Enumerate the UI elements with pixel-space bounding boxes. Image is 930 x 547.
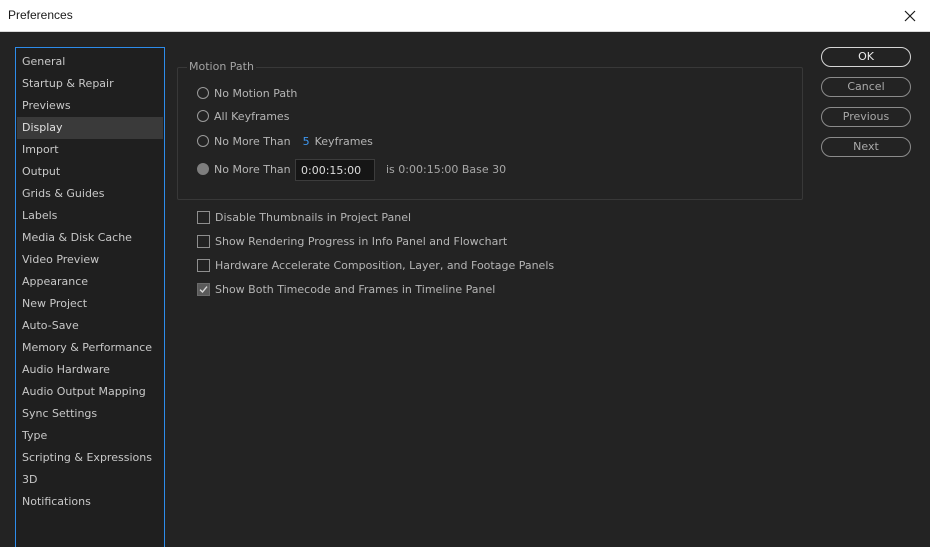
checkbox-label-disable-thumbnails: Disable Thumbnails in Project Panel [215,210,412,224]
option-show-rendering-progress: Show Rendering Progress in Info Panel an… [197,233,507,249]
sidebar-item-video-preview[interactable]: Video Preview [17,249,163,271]
radio-no-more-than-keyframes[interactable] [197,135,209,147]
radio-label-no-motion-path: No Motion Path [214,86,298,100]
radio-no-more-than-time[interactable] [197,163,209,175]
sidebar-item-scripting-expressions[interactable]: Scripting & Expressions [17,447,163,469]
keyframes-label: Keyframes [314,134,373,148]
time-duration-input[interactable] [295,159,375,181]
next-button[interactable]: Next [821,137,911,157]
previous-button[interactable]: Previous [821,107,911,127]
checkbox-show-rendering-progress[interactable] [197,234,210,248]
cancel-button[interactable]: Cancel [821,77,911,97]
close-button[interactable] [890,0,930,32]
sidebar-item-startup-repair[interactable]: Startup & Repair [17,73,163,95]
sidebar-item-audio-hardware[interactable]: Audio Hardware [17,359,163,381]
sidebar-item-general[interactable]: General [17,51,163,73]
ok-button[interactable]: OK [821,47,911,67]
sidebar-item-display[interactable]: Display [17,117,163,139]
option-show-timecode-frames: Show Both Timecode and Frames in Timelin… [197,281,495,297]
sidebar-item-labels[interactable]: Labels [17,205,163,227]
sidebar-item-auto-save[interactable]: Auto-Save [17,315,163,337]
radio-label-no-more-than-time: No More Than [214,162,291,176]
option-disable-thumbnails: Disable Thumbnails in Project Panel [197,209,411,225]
radio-label-no-more-than-keyframes: No More Than [214,134,291,148]
category-list: General Startup & Repair Previews Displa… [15,47,165,547]
checkbox-label-show-timecode-frames: Show Both Timecode and Frames in Timelin… [215,282,496,296]
radio-row-no-motion-path: No Motion Path [197,85,297,101]
close-icon [904,10,916,22]
keyframes-count-scrub[interactable]: 5 [303,135,310,148]
sidebar-item-grids-guides[interactable]: Grids & Guides [17,183,163,205]
sidebar-item-type[interactable]: Type [17,425,163,447]
time-info-text: is 0:00:15:00 Base 30 [386,163,507,176]
radio-no-motion-path[interactable] [197,87,209,99]
title-bar: Preferences [0,0,930,32]
sidebar-item-media-disk-cache[interactable]: Media & Disk Cache [17,227,163,249]
window-title: Preferences [8,8,73,22]
sidebar-item-appearance[interactable]: Appearance [17,271,163,293]
sidebar-item-audio-output-mapping[interactable]: Audio Output Mapping [17,381,163,403]
sidebar-item-output[interactable]: Output [17,161,163,183]
radio-row-no-more-than-keyframes: No More Than 5 Keyframes [197,133,373,149]
checkbox-hardware-accelerate[interactable] [197,258,210,272]
checkmark-icon [199,285,208,293]
sidebar-item-new-project[interactable]: New Project [17,293,163,315]
motion-path-group-label: Motion Path [187,60,256,73]
sidebar-item-sync-settings[interactable]: Sync Settings [17,403,163,425]
sidebar-item-memory-performance[interactable]: Memory & Performance [17,337,163,359]
checkbox-label-show-rendering-progress: Show Rendering Progress in Info Panel an… [215,234,508,248]
checkbox-label-hardware-accelerate: Hardware Accelerate Composition, Layer, … [215,258,555,272]
option-hardware-accelerate: Hardware Accelerate Composition, Layer, … [197,257,554,273]
sidebar-item-import[interactable]: Import [17,139,163,161]
sidebar-item-3d[interactable]: 3D [17,469,163,491]
checkbox-show-timecode-frames[interactable] [197,282,210,296]
radio-all-keyframes[interactable] [197,110,209,122]
sidebar-item-previews[interactable]: Previews [17,95,163,117]
radio-label-all-keyframes: All Keyframes [214,109,290,123]
radio-row-no-more-than-time: No More Than [197,161,291,177]
checkbox-disable-thumbnails[interactable] [197,210,210,224]
sidebar-item-notifications[interactable]: Notifications [17,491,163,513]
radio-row-all-keyframes: All Keyframes [197,108,289,124]
